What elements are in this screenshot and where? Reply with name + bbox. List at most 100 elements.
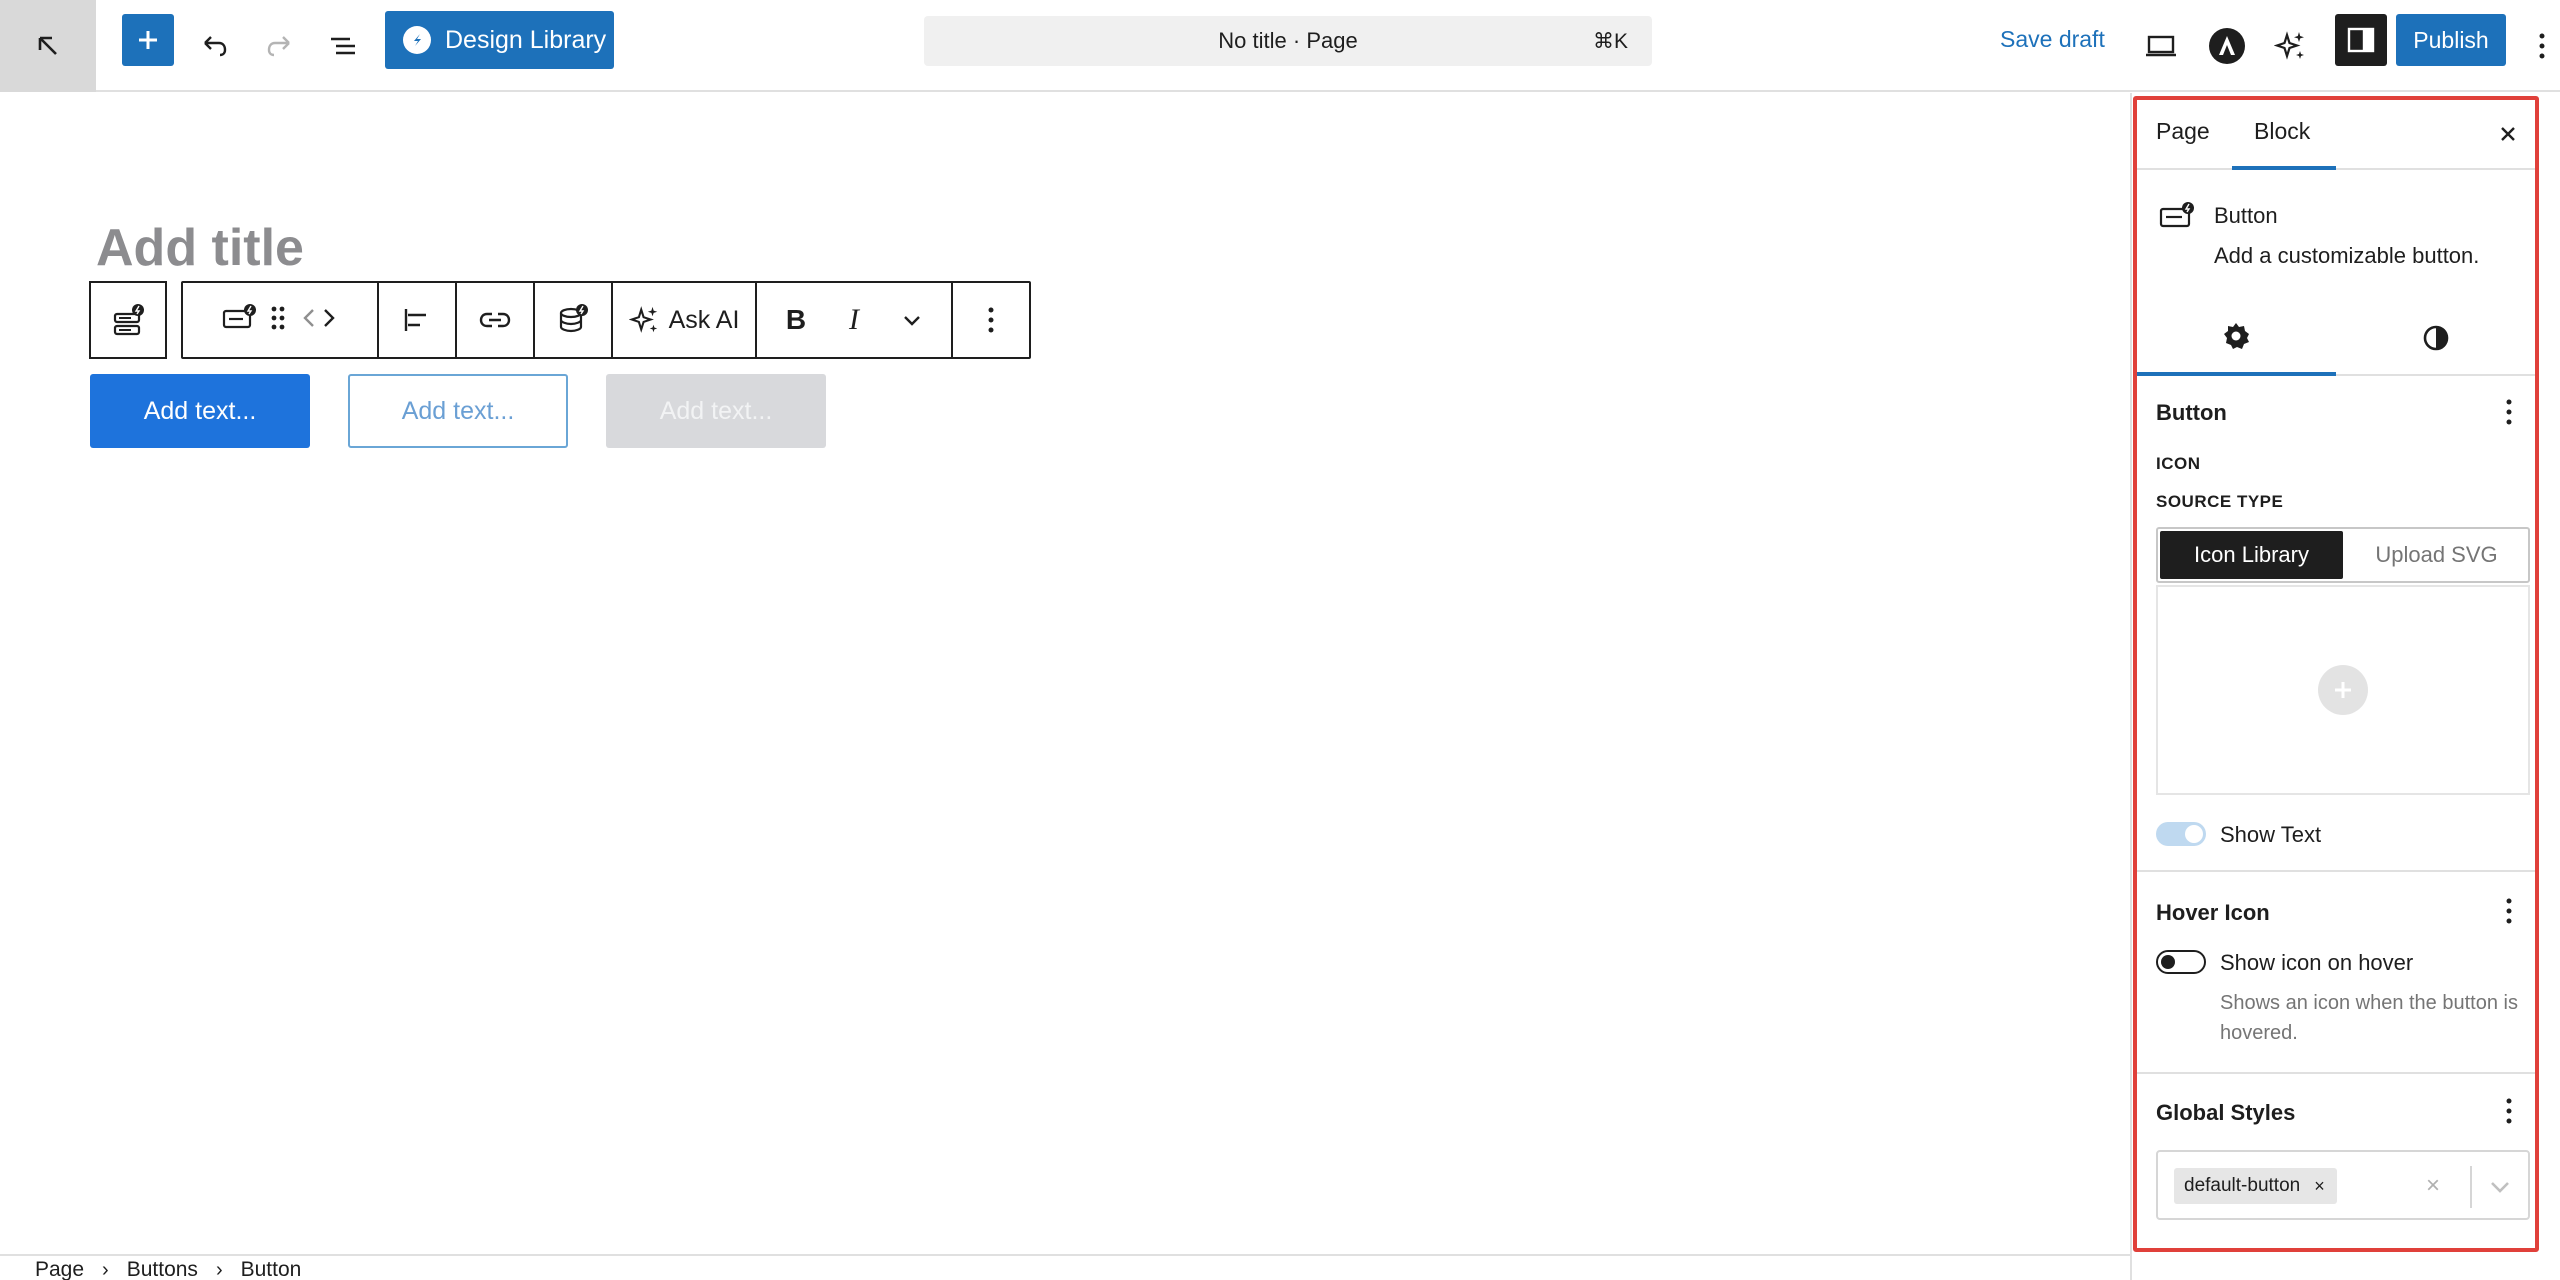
align-left-icon — [404, 309, 426, 331]
tab-block[interactable]: Block — [2254, 118, 2310, 145]
canvas-button-primary[interactable]: Add text... — [90, 374, 310, 448]
show-icon-on-hover-help: Shows an icon when the button is hovered… — [2220, 992, 2518, 1044]
add-icon-button[interactable] — [2318, 665, 2368, 715]
open-dropdown-button[interactable] — [2488, 1174, 2512, 1203]
icon-section-label: ICON — [2156, 454, 2201, 473]
show-text-toggle[interactable] — [2156, 822, 2206, 846]
buttons-block-icon — [113, 304, 144, 336]
link-icon — [479, 312, 511, 328]
breadcrumb-item-button[interactable]: Button — [241, 1258, 302, 1280]
block-breadcrumb: Page › Buttons › Button — [0, 1254, 2130, 1280]
button-block-icon[interactable] — [221, 303, 257, 338]
breadcrumb-separator: › — [102, 1258, 109, 1280]
global-style-chip-label: default-button — [2184, 1175, 2301, 1196]
global-styles-panel-title[interactable]: Global Styles — [2156, 1100, 2295, 1126]
show-icon-on-hover-label: Show icon on hover — [2220, 950, 2414, 975]
document-title: No title · Page — [1218, 28, 1358, 53]
bold-button[interactable]: B — [767, 304, 825, 336]
database-icon — [559, 304, 588, 333]
arrow-up-left-icon — [38, 36, 57, 55]
source-option-upload-svg[interactable]: Upload SVG — [2345, 529, 2528, 581]
global-styles-panel-options[interactable] — [2497, 1095, 2521, 1127]
breadcrumb-item-page[interactable]: Page — [35, 1258, 84, 1280]
source-type-selector: Icon Library Upload SVG — [2156, 527, 2530, 583]
tab-settings[interactable] — [2136, 300, 2336, 376]
document-overview-button[interactable] — [318, 18, 368, 74]
block-toolbar: Ask AI B I — [89, 281, 1031, 359]
chevron-down-icon — [904, 316, 920, 326]
post-title-input[interactable]: Add title — [96, 218, 304, 278]
global-style-chip: default-button × — [2174, 1168, 2337, 1204]
command-shortcut: ⌘K — [1592, 30, 1628, 53]
button-panel-title[interactable]: Button — [2156, 400, 2227, 426]
breadcrumb-item-buttons[interactable]: Buttons — [127, 1258, 198, 1280]
preview-button[interactable] — [2140, 18, 2182, 74]
list-view-icon — [331, 37, 355, 55]
publish-button[interactable]: Publish — [2396, 14, 2506, 66]
show-text-label: Show Text — [2220, 822, 2322, 847]
inspector-sub-tabs — [2136, 300, 2536, 376]
dynamic-content-button[interactable] — [535, 283, 613, 357]
block-toolbar-main: Ask AI B I — [181, 281, 1031, 359]
block-options-button[interactable] — [953, 283, 1029, 357]
close-sidebar-button[interactable] — [2492, 118, 2524, 150]
tab-styles[interactable] — [2336, 300, 2536, 376]
hover-icon-panel-options[interactable] — [2497, 895, 2521, 927]
icon-picker-area[interactable] — [2156, 585, 2530, 795]
more-vertical-icon — [2506, 898, 2512, 924]
move-left-icon[interactable] — [299, 304, 319, 337]
more-formats-button[interactable] — [883, 309, 941, 331]
block-card: Button Add a customizable button. — [2136, 170, 2536, 290]
undo-button[interactable] — [190, 18, 240, 74]
plus-icon — [2335, 682, 2351, 698]
align-button[interactable] — [379, 283, 457, 357]
panel-divider — [2136, 870, 2536, 872]
ai-assistant-button[interactable] — [2270, 18, 2312, 74]
design-library-label: Design Library — [445, 25, 607, 54]
plus-icon — [139, 31, 157, 49]
more-vertical-icon — [2539, 33, 2545, 59]
ask-ai-button[interactable]: Ask AI — [613, 283, 757, 357]
command-palette-bar[interactable]: No title · Page ⌘K — [924, 16, 1652, 66]
save-draft-button[interactable]: Save draft — [2000, 26, 2105, 53]
select-parent-block-button[interactable] — [89, 281, 167, 359]
block-switcher-group — [183, 283, 379, 357]
more-vertical-icon — [2506, 399, 2512, 425]
settings-sidebar-toggle[interactable] — [2335, 14, 2387, 66]
source-option-icon-library[interactable]: Icon Library — [2160, 531, 2343, 579]
add-block-button[interactable] — [122, 14, 174, 66]
source-type-label: SOURCE TYPE — [2156, 492, 2284, 511]
clear-selection-button[interactable]: × — [2426, 1172, 2440, 1200]
show-icon-on-hover-toggle[interactable] — [2156, 950, 2206, 974]
remove-chip-button[interactable]: × — [2314, 1176, 2325, 1197]
canvas-button-disabled[interactable]: Add text... — [606, 374, 826, 448]
editor-header: Design Library No title · Page ⌘K Save d… — [0, 0, 2560, 92]
more-vertical-icon — [2506, 1098, 2512, 1124]
toggle-knob — [2185, 825, 2203, 843]
sparkle-ai-icon — [2274, 31, 2304, 60]
toggle-knob — [2161, 955, 2175, 969]
canvas-button-outline[interactable]: Add text... — [348, 374, 568, 448]
hover-icon-panel-title[interactable]: Hover Icon — [2156, 900, 2270, 926]
block-card-description: Add a customizable button. — [2214, 243, 2480, 268]
gear-icon — [2224, 323, 2249, 349]
ask-ai-label: Ask AI — [668, 305, 740, 334]
select-divider — [2470, 1166, 2472, 1208]
redo-icon — [267, 36, 290, 57]
italic-button[interactable]: I — [825, 303, 883, 337]
tab-page[interactable]: Page — [2156, 118, 2210, 145]
redo-button[interactable] — [254, 18, 304, 74]
back-to-dashboard-button[interactable] — [0, 0, 96, 92]
astra-settings-button[interactable] — [2206, 18, 2248, 74]
sidebar-tabs: Page Block — [2136, 100, 2536, 170]
design-library-button[interactable]: Design Library — [385, 11, 614, 69]
global-style-select[interactable]: default-button × × — [2156, 1150, 2530, 1220]
options-menu-button[interactable] — [2524, 18, 2560, 74]
breadcrumb-separator: › — [215, 1258, 223, 1280]
spectra-logo-icon — [403, 26, 431, 54]
link-button[interactable] — [457, 283, 535, 357]
block-card-title: Button — [2214, 203, 2278, 228]
move-right-icon[interactable] — [319, 304, 339, 337]
button-panel-options[interactable] — [2497, 396, 2521, 428]
drag-handle-icon[interactable] — [269, 304, 287, 337]
